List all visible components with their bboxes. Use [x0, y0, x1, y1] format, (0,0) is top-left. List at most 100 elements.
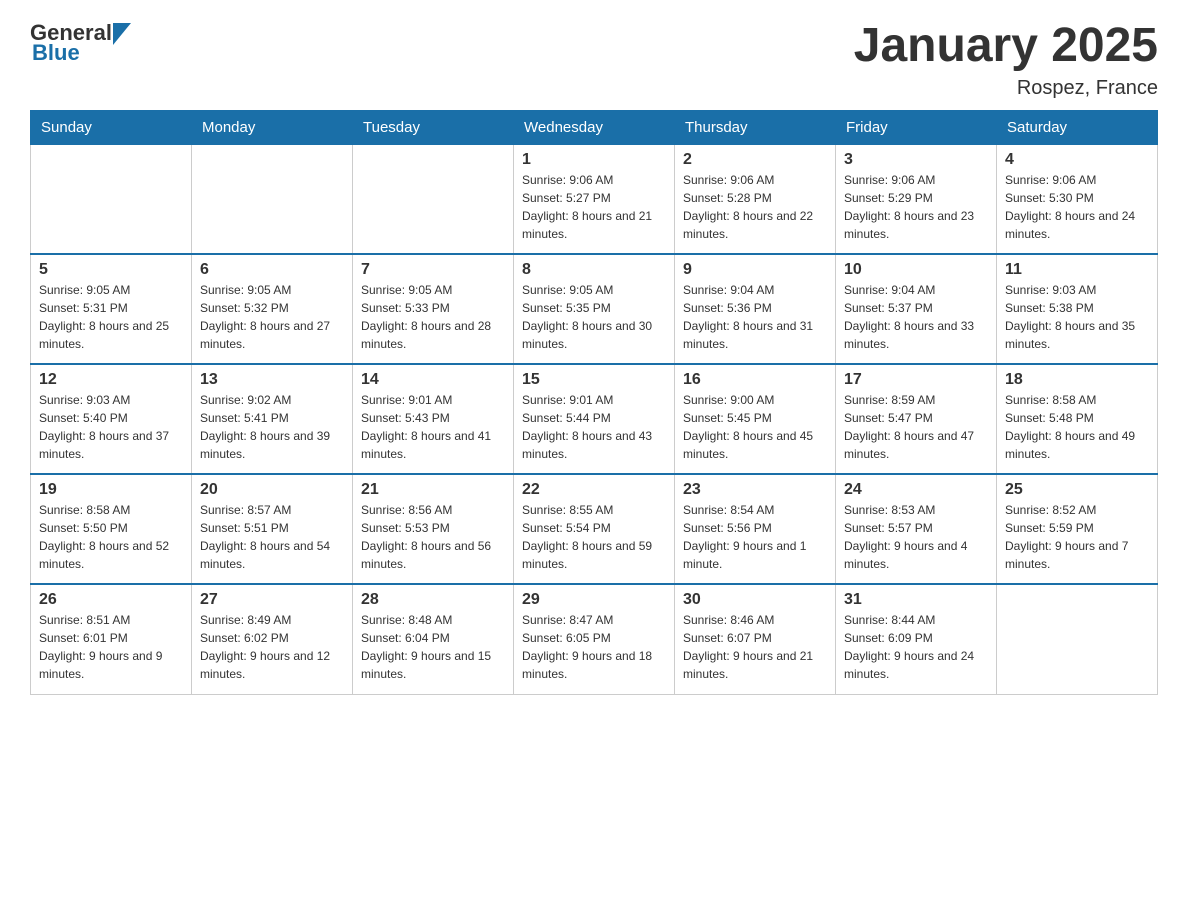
calendar-day-cell: 25 Sunrise: 8:52 AMSunset: 5:59 PMDayligh… — [997, 474, 1158, 584]
calendar-day-cell: 7 Sunrise: 9:05 AMSunset: 5:33 PMDaylight… — [353, 254, 514, 364]
day-sun-info: Sunrise: 8:54 AMSunset: 5:56 PMDaylight:… — [683, 501, 827, 573]
day-number: 29 — [522, 591, 666, 609]
day-number: 22 — [522, 481, 666, 499]
calendar-day-cell: 14Sunrise: 9:01 AMSunset: 5:43 PMDayligh… — [353, 364, 514, 474]
calendar-day-cell: 30 Sunrise: 8:46 AMSunset: 6:07 PMDayligh… — [675, 584, 836, 694]
calendar-title: January 2025 — [854, 20, 1158, 73]
calendar-day-cell: 11 Sunrise: 9:03 AMSunset: 5:38 PMDayligh… — [997, 254, 1158, 364]
calendar-day-cell — [31, 144, 192, 254]
logo-triangle-icon — [113, 23, 131, 45]
calendar-day-cell: 20Sunrise: 8:57 AMSunset: 5:51 PMDayligh… — [192, 474, 353, 584]
calendar-day-cell: 10Sunrise: 9:04 AMSunset: 5:37 PMDayligh… — [836, 254, 997, 364]
calendar-day-cell: 3 Sunrise: 9:06 AMSunset: 5:29 PMDaylight… — [836, 144, 997, 254]
day-sun-info: Sunrise: 8:48 AMSunset: 6:04 PMDaylight:… — [361, 611, 505, 683]
calendar-day-cell: 23 Sunrise: 8:54 AMSunset: 5:56 PMDayligh… — [675, 474, 836, 584]
day-number: 13 — [200, 371, 344, 389]
day-number: 15 — [522, 371, 666, 389]
day-sun-info: Sunrise: 8:55 AMSunset: 5:54 PMDaylight:… — [522, 501, 666, 573]
day-number: 18 — [1005, 371, 1149, 389]
day-number: 24 — [844, 481, 988, 499]
day-sun-info: Sunrise: 9:06 AMSunset: 5:27 PMDaylight:… — [522, 171, 666, 243]
calendar-day-cell: 21 Sunrise: 8:56 AMSunset: 5:53 PMDayligh… — [353, 474, 514, 584]
day-sun-info: Sunrise: 9:00 AMSunset: 5:45 PMDaylight:… — [683, 391, 827, 463]
day-number: 28 — [361, 591, 505, 609]
day-sun-info: Sunrise: 8:57 AMSunset: 5:51 PMDaylight:… — [200, 501, 344, 573]
calendar-day-cell: 17 Sunrise: 8:59 AMSunset: 5:47 PMDayligh… — [836, 364, 997, 474]
day-number: 30 — [683, 591, 827, 609]
day-number: 31 — [844, 591, 988, 609]
day-number: 16 — [683, 371, 827, 389]
calendar-day-cell — [192, 144, 353, 254]
day-sun-info: Sunrise: 9:05 AMSunset: 5:32 PMDaylight:… — [200, 281, 344, 353]
day-sun-info: Sunrise: 8:59 AMSunset: 5:47 PMDaylight:… — [844, 391, 988, 463]
day-sun-info: Sunrise: 9:03 AMSunset: 5:38 PMDaylight:… — [1005, 281, 1149, 353]
day-sun-info: Sunrise: 9:06 AMSunset: 5:28 PMDaylight:… — [683, 171, 827, 243]
calendar-day-cell: 5 Sunrise: 9:05 AMSunset: 5:31 PMDaylight… — [31, 254, 192, 364]
day-sun-info: Sunrise: 9:03 AMSunset: 5:40 PMDaylight:… — [39, 391, 183, 463]
day-of-week-header: Tuesday — [353, 110, 514, 144]
day-number: 11 — [1005, 261, 1149, 279]
day-sun-info: Sunrise: 8:58 AMSunset: 5:50 PMDaylight:… — [39, 501, 183, 573]
calendar-day-cell: 9 Sunrise: 9:04 AMSunset: 5:36 PMDaylight… — [675, 254, 836, 364]
day-number: 23 — [683, 481, 827, 499]
calendar-week-row: 1 Sunrise: 9:06 AMSunset: 5:27 PMDaylight… — [31, 144, 1158, 254]
calendar-week-row: 26Sunrise: 8:51 AMSunset: 6:01 PMDayligh… — [31, 584, 1158, 694]
calendar-day-cell — [353, 144, 514, 254]
day-number: 25 — [1005, 481, 1149, 499]
calendar-day-cell: 24Sunrise: 8:53 AMSunset: 5:57 PMDayligh… — [836, 474, 997, 584]
day-sun-info: Sunrise: 9:05 AMSunset: 5:33 PMDaylight:… — [361, 281, 505, 353]
day-sun-info: Sunrise: 8:46 AMSunset: 6:07 PMDaylight:… — [683, 611, 827, 683]
day-sun-info: Sunrise: 8:49 AMSunset: 6:02 PMDaylight:… — [200, 611, 344, 683]
calendar-day-cell: 15 Sunrise: 9:01 AMSunset: 5:44 PMDayligh… — [514, 364, 675, 474]
calendar-day-cell: 6Sunrise: 9:05 AMSunset: 5:32 PMDaylight… — [192, 254, 353, 364]
calendar-day-cell: 31 Sunrise: 8:44 AMSunset: 6:09 PMDayligh… — [836, 584, 997, 694]
calendar-table: SundayMondayTuesdayWednesdayThursdayFrid… — [30, 110, 1158, 695]
calendar-day-cell: 18Sunrise: 8:58 AMSunset: 5:48 PMDayligh… — [997, 364, 1158, 474]
calendar-day-cell: 19 Sunrise: 8:58 AMSunset: 5:50 PMDayligh… — [31, 474, 192, 584]
day-sun-info: Sunrise: 8:52 AMSunset: 5:59 PMDaylight:… — [1005, 501, 1149, 573]
day-sun-info: Sunrise: 8:44 AMSunset: 6:09 PMDaylight:… — [844, 611, 988, 683]
day-of-week-header: Sunday — [31, 110, 192, 144]
calendar-day-cell: 13Sunrise: 9:02 AMSunset: 5:41 PMDayligh… — [192, 364, 353, 474]
calendar-day-cell: 27 Sunrise: 8:49 AMSunset: 6:02 PMDayligh… — [192, 584, 353, 694]
day-number: 14 — [361, 371, 505, 389]
calendar-day-cell: 8Sunrise: 9:05 AMSunset: 5:35 PMDaylight… — [514, 254, 675, 364]
day-sun-info: Sunrise: 9:06 AMSunset: 5:29 PMDaylight:… — [844, 171, 988, 243]
day-number: 17 — [844, 371, 988, 389]
day-number: 2 — [683, 151, 827, 169]
calendar-day-cell: 26Sunrise: 8:51 AMSunset: 6:01 PMDayligh… — [31, 584, 192, 694]
day-number: 12 — [39, 371, 183, 389]
day-number: 8 — [522, 261, 666, 279]
day-sun-info: Sunrise: 8:51 AMSunset: 6:01 PMDaylight:… — [39, 611, 183, 683]
day-of-week-header: Wednesday — [514, 110, 675, 144]
day-number: 19 — [39, 481, 183, 499]
day-of-week-header: Saturday — [997, 110, 1158, 144]
calendar-day-cell: 4Sunrise: 9:06 AMSunset: 5:30 PMDaylight… — [997, 144, 1158, 254]
calendar-day-cell: 1 Sunrise: 9:06 AMSunset: 5:27 PMDaylight… — [514, 144, 675, 254]
day-sun-info: Sunrise: 9:05 AMSunset: 5:31 PMDaylight:… — [39, 281, 183, 353]
day-sun-info: Sunrise: 9:01 AMSunset: 5:44 PMDaylight:… — [522, 391, 666, 463]
calendar-day-cell: 2 Sunrise: 9:06 AMSunset: 5:28 PMDaylight… — [675, 144, 836, 254]
day-number: 3 — [844, 151, 988, 169]
day-number: 27 — [200, 591, 344, 609]
calendar-day-cell: 29 Sunrise: 8:47 AMSunset: 6:05 PMDayligh… — [514, 584, 675, 694]
day-sun-info: Sunrise: 9:04 AMSunset: 5:36 PMDaylight:… — [683, 281, 827, 353]
calendar-day-cell: 16 Sunrise: 9:00 AMSunset: 5:45 PMDayligh… — [675, 364, 836, 474]
calendar-day-cell: 12 Sunrise: 9:03 AMSunset: 5:40 PMDayligh… — [31, 364, 192, 474]
day-of-week-header: Friday — [836, 110, 997, 144]
day-of-week-header: Monday — [192, 110, 353, 144]
calendar-day-cell: 22 Sunrise: 8:55 AMSunset: 5:54 PMDayligh… — [514, 474, 675, 584]
calendar-week-row: 5 Sunrise: 9:05 AMSunset: 5:31 PMDaylight… — [31, 254, 1158, 364]
day-number: 21 — [361, 481, 505, 499]
logo-blue-text: Blue — [32, 40, 80, 66]
calendar-day-cell: 28 Sunrise: 8:48 AMSunset: 6:04 PMDayligh… — [353, 584, 514, 694]
day-sun-info: Sunrise: 8:47 AMSunset: 6:05 PMDaylight:… — [522, 611, 666, 683]
day-number: 1 — [522, 151, 666, 169]
day-sun-info: Sunrise: 8:56 AMSunset: 5:53 PMDaylight:… — [361, 501, 505, 573]
calendar-header-row: SundayMondayTuesdayWednesdayThursdayFrid… — [31, 110, 1158, 144]
day-number: 9 — [683, 261, 827, 279]
day-number: 7 — [361, 261, 505, 279]
day-number: 5 — [39, 261, 183, 279]
day-sun-info: Sunrise: 9:04 AMSunset: 5:37 PMDaylight:… — [844, 281, 988, 353]
day-number: 4 — [1005, 151, 1149, 169]
